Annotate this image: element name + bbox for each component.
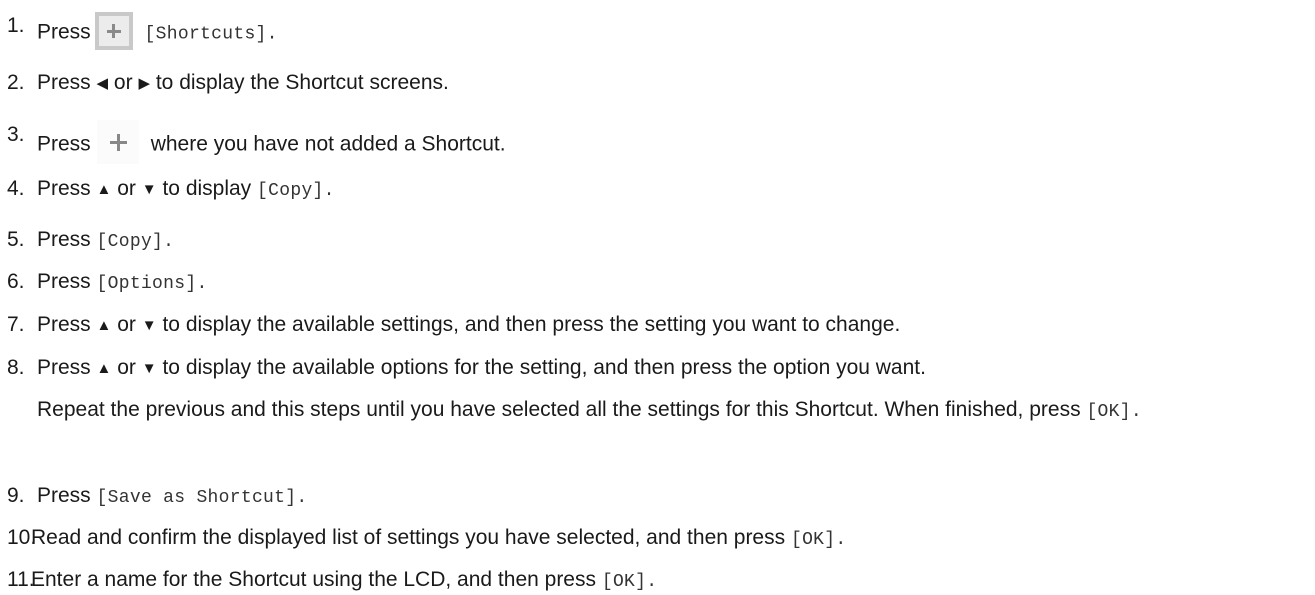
up-arrow-icon: ▲ — [96, 360, 112, 377]
right-arrow-icon: ▶ — [138, 75, 150, 92]
copy-button-label: [Copy]. — [257, 181, 335, 201]
step-text: Read and confirm the displayed list of s… — [31, 526, 786, 549]
step-number: 7. — [7, 313, 25, 336]
up-arrow-icon: ▲ — [96, 181, 112, 198]
step-text: Press — [37, 228, 91, 251]
ok-button-label: [OK]. — [601, 572, 658, 592]
step-text: Press — [37, 71, 91, 94]
step-text: Press — [37, 356, 91, 379]
note-text: Repeat the previous and this steps until… — [37, 398, 1081, 421]
step-number: 9. — [7, 484, 25, 507]
step-8-note: Repeat the previous and this steps until… — [37, 394, 1307, 428]
left-arrow-icon: ◀ — [96, 75, 109, 92]
step-number: 8. — [7, 356, 25, 379]
down-arrow-icon: ▼ — [141, 181, 157, 198]
step-number: 2. — [7, 71, 25, 94]
add-shortcut-plus-icon — [96, 120, 139, 164]
down-arrow-icon: ▼ — [141, 317, 157, 334]
step-text: Enter a name for the Shortcut using the … — [31, 568, 596, 591]
up-arrow-icon: ▲ — [96, 317, 112, 334]
ok-button-label: [OK]. — [790, 530, 847, 550]
shortcuts-plus-icon — [94, 12, 133, 50]
shortcuts-button-label: [Shortcuts]. — [144, 24, 278, 45]
step-text: Press — [37, 313, 91, 336]
step-number: 6. — [7, 270, 25, 293]
ok-button-label: [OK]. — [1086, 402, 1142, 422]
options-button-label: [Options]. — [96, 274, 208, 294]
step-text: Press — [37, 177, 91, 200]
copy-button-label: [Copy]. — [96, 232, 175, 252]
down-arrow-icon: ▼ — [141, 360, 157, 377]
step-number: 1. — [7, 14, 25, 37]
step-number: 4. — [7, 177, 25, 200]
save-as-shortcut-button-label: [Save as Shortcut]. — [96, 488, 308, 508]
step-text: Press — [37, 484, 91, 507]
step-text: Press — [37, 270, 91, 293]
step-text: Press — [37, 132, 91, 156]
step-number: 5. — [7, 228, 25, 251]
step-text: Press — [37, 20, 91, 44]
instruction-steps: 1. Press [Shortcuts]. 2. Press ◀ or ▶ to… — [0, 0, 1315, 595]
step-number: 3. — [7, 123, 25, 146]
